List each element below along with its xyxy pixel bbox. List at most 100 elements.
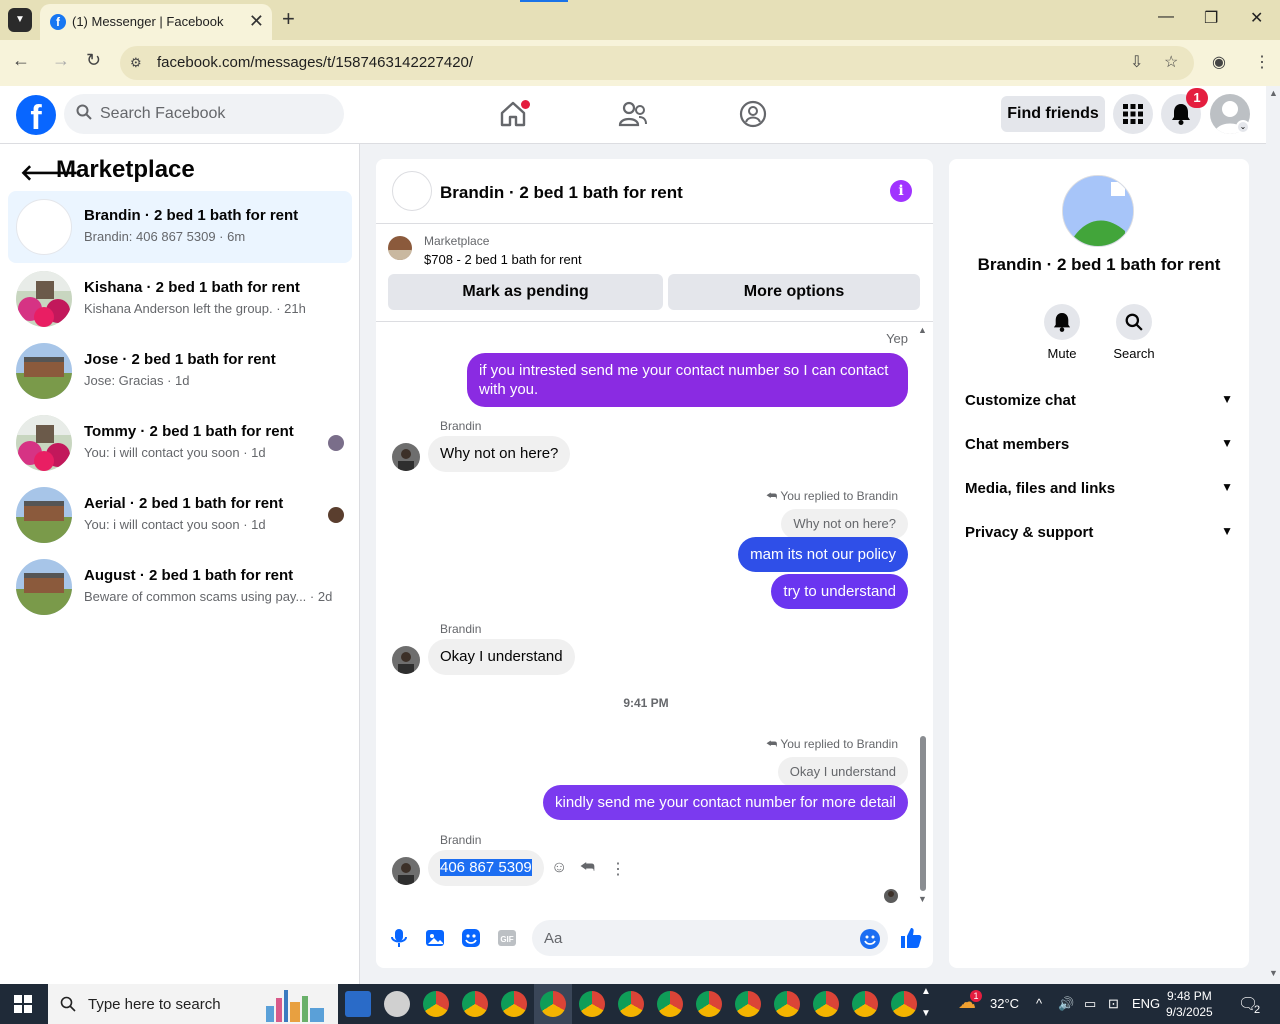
- reply-icon[interactable]: ⮪: [580, 859, 595, 877]
- emoji-icon[interactable]: [860, 929, 880, 949]
- customize-chat-section[interactable]: Customize chat ▼: [965, 392, 1233, 409]
- tab-search-button[interactable]: ▼: [8, 8, 32, 32]
- chrome-icon[interactable]: [423, 991, 449, 1017]
- chrome-icon[interactable]: [462, 991, 488, 1017]
- chrome-icon[interactable]: [501, 991, 527, 1017]
- speaker-icon[interactable]: 🔊: [1058, 996, 1074, 1012]
- page-scrollbar[interactable]: ▲ ▼: [1266, 86, 1280, 984]
- chrome-icon[interactable]: [813, 991, 839, 1017]
- scroll-down-icon[interactable]: ▼: [918, 894, 927, 904]
- chrome-icon[interactable]: [852, 991, 878, 1017]
- gif-icon[interactable]: GIF: [496, 927, 518, 949]
- chrome-icon[interactable]: [891, 991, 917, 1017]
- sender-avatar[interactable]: [392, 857, 420, 885]
- conversation-item[interactable]: August · 2 bed 1 bath for rent Beware of…: [8, 551, 352, 623]
- scroll-up-icon[interactable]: ▲: [1269, 88, 1278, 98]
- more-options-button[interactable]: More options: [668, 274, 920, 310]
- browser-tab-active[interactable]: f (1) Messenger | Facebook ✕: [40, 4, 272, 40]
- privacy-support-section[interactable]: Privacy & support ▼: [965, 524, 1233, 541]
- conversation-item[interactable]: Jose · 2 bed 1 bath for rent Jose: Graci…: [8, 335, 352, 407]
- scroll-down-icon[interactable]: ▼: [1269, 968, 1278, 978]
- conversation-item[interactable]: Tommy · 2 bed 1 bath for rent You: i wil…: [8, 407, 352, 479]
- mute-button[interactable]: Mute: [1032, 304, 1092, 361]
- chrome-icon[interactable]: [774, 991, 800, 1017]
- react-emoji-icon[interactable]: ☺: [551, 859, 567, 877]
- media-files-section[interactable]: Media, files and links ▼: [965, 480, 1233, 497]
- more-actions-icon[interactable]: ⋮: [610, 859, 626, 879]
- message-outgoing[interactable]: kindly send me your contact number for m…: [543, 785, 908, 820]
- chat-profile-avatar[interactable]: [1062, 175, 1134, 247]
- new-tab-icon[interactable]: +: [282, 6, 295, 32]
- message-incoming[interactable]: Okay I understand: [428, 639, 575, 675]
- back-icon[interactable]: ←: [12, 50, 30, 71]
- chrome-icon[interactable]: [735, 991, 761, 1017]
- forward-icon[interactable]: →: [52, 50, 70, 71]
- conversation-item[interactable]: Aerial · 2 bed 1 bath for rent You: i wi…: [8, 479, 352, 551]
- chrome-icon[interactable]: [618, 991, 644, 1017]
- selected-text[interactable]: 406 867 5309: [440, 859, 532, 876]
- battery-icon[interactable]: ▭: [1084, 996, 1096, 1012]
- conversation-avatar: [16, 199, 72, 255]
- chrome-icon[interactable]: [579, 991, 605, 1017]
- conversation-item[interactable]: Kishana · 2 bed 1 bath for rent Kishana …: [8, 263, 352, 335]
- chrome-icon[interactable]: [540, 991, 566, 1017]
- message-outgoing[interactable]: mam its not our policy: [738, 537, 908, 572]
- chrome-icon[interactable]: [696, 991, 722, 1017]
- search-conversation-button[interactable]: Search: [1104, 304, 1164, 361]
- taskbar-scroll-down-icon[interactable]: ▼: [921, 1008, 931, 1019]
- temperature[interactable]: 32°C: [990, 996, 1019, 1011]
- thumbs-up-icon[interactable]: [899, 926, 923, 950]
- restore-icon[interactable]: ❐: [1204, 8, 1218, 28]
- site-info-icon[interactable]: ⚙: [130, 55, 142, 71]
- quoted-message[interactable]: Okay I understand: [777, 757, 908, 787]
- message-input[interactable]: Aa: [532, 920, 888, 956]
- taskbar-scroll-up-icon[interactable]: ▲: [921, 986, 931, 997]
- facebook-logo-icon[interactable]: f: [16, 95, 56, 135]
- close-tab-icon[interactable]: ✕: [249, 11, 264, 32]
- tray-chevron-icon[interactable]: ^: [1036, 996, 1042, 1011]
- network-icon[interactable]: ⊡: [1108, 996, 1119, 1012]
- chat-title[interactable]: Brandin · 2 bed 1 bath for rent: [440, 183, 683, 203]
- quoted-message[interactable]: Why not on here?: [781, 509, 908, 539]
- file-explorer-icon[interactable]: [345, 991, 371, 1017]
- taskbar-clock[interactable]: 9:48 PM 9/3/2025: [1166, 988, 1213, 1020]
- sticker-icon[interactable]: [460, 927, 482, 949]
- sender-avatar[interactable]: [392, 443, 420, 471]
- info-icon[interactable]: i: [890, 180, 912, 202]
- facebook-search-input[interactable]: Search Facebook: [64, 94, 344, 134]
- address-bar[interactable]: ⚙ facebook.com/messages/t/15874631422274…: [120, 46, 1194, 80]
- reload-icon[interactable]: ↻: [86, 50, 101, 71]
- message-incoming[interactable]: Why not on here?: [428, 436, 571, 472]
- chevron-down-icon[interactable]: ⌄: [1236, 120, 1250, 134]
- menu-button[interactable]: [1113, 94, 1153, 134]
- install-app-icon[interactable]: ⇩: [1130, 52, 1143, 72]
- message-incoming-phone[interactable]: 406 867 5309: [428, 850, 544, 886]
- message-outgoing[interactable]: if you intrested send me your contact nu…: [467, 353, 908, 407]
- chat-members-section[interactable]: Chat members ▼: [965, 436, 1233, 453]
- taskbar-search[interactable]: Type here to search: [48, 984, 338, 1024]
- language-indicator[interactable]: ENG: [1132, 996, 1160, 1011]
- browser-menu-icon[interactable]: ⋮: [1254, 52, 1270, 72]
- app-icon[interactable]: [384, 991, 410, 1017]
- listing-thumbnail[interactable]: [388, 236, 412, 260]
- scroll-up-icon[interactable]: ▲: [918, 325, 927, 335]
- conversation-item[interactable]: Brandin · 2 bed 1 bath for rent Brandin:…: [8, 191, 352, 263]
- find-friends-button[interactable]: Find friends: [1001, 96, 1105, 132]
- listing-price[interactable]: $708 - 2 bed 1 bath for rent: [424, 252, 582, 267]
- minimize-icon[interactable]: —: [1158, 8, 1174, 26]
- bookmark-star-icon[interactable]: ☆: [1164, 52, 1178, 72]
- friends-icon[interactable]: [618, 99, 648, 129]
- profile-icon[interactable]: ◉: [1212, 52, 1226, 72]
- microphone-icon[interactable]: [388, 927, 410, 949]
- mark-pending-button[interactable]: Mark as pending: [388, 274, 663, 310]
- groups-icon[interactable]: [738, 99, 768, 129]
- photo-icon[interactable]: [424, 927, 446, 949]
- chrome-icon[interactable]: [657, 991, 683, 1017]
- sender-avatar[interactable]: [392, 646, 420, 674]
- url-text[interactable]: facebook.com/messages/t/1587463142227420…: [157, 54, 473, 71]
- chat-scrollbar-thumb[interactable]: [920, 736, 926, 891]
- windows-start-icon[interactable]: [14, 995, 32, 1013]
- chat-avatar[interactable]: [392, 171, 432, 211]
- close-window-icon[interactable]: ✕: [1250, 8, 1263, 28]
- message-outgoing[interactable]: try to understand: [771, 574, 908, 609]
